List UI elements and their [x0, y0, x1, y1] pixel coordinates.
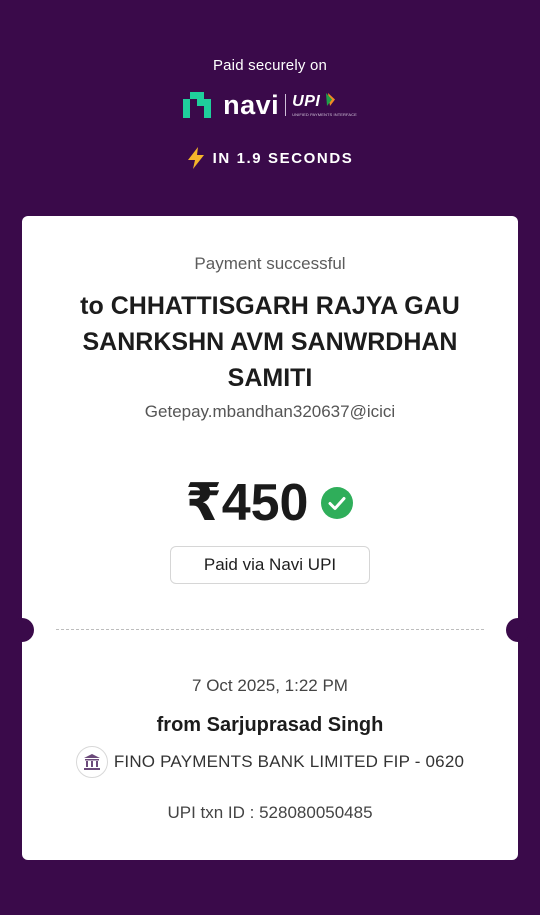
upi-logo: UPI UNIFIED PAYMENTS INTERFACE: [292, 93, 357, 117]
ticket-notch-right: [506, 618, 530, 642]
payee-vpa: Getepay.mbandhan320637@icici: [144, 402, 396, 421]
brand-divider: [285, 94, 287, 116]
amount-row: ₹450: [22, 472, 518, 534]
receipt-card: Payment successful to CHHATTISGARH RAJYA…: [10, 216, 530, 860]
payment-status: Payment successful: [194, 254, 346, 273]
bank-icon: [75, 746, 108, 778]
ticket-notch-left: [10, 618, 34, 642]
secure-text: Paid securely on: [212, 57, 328, 74]
payee-name: to CHHATTISGARH RAJYA GAU SANRKSHN AVM S…: [80, 292, 460, 392]
payment-date: 7 Oct 2025, 1:22 PM: [192, 676, 348, 695]
amount: ₹450: [185, 474, 309, 532]
bolt-icon: [187, 147, 204, 169]
speed-text: IN 1.9 SECONDS: [212, 149, 354, 167]
speed-row: IN 1.9 SECONDS: [0, 146, 540, 170]
upi-subtitle: UNIFIED PAYMENTS INTERFACE: [292, 112, 357, 117]
upi-txn-id: UPI txn ID : 528080050485: [167, 803, 373, 822]
bank-row: FINO PAYMENTS BANK LIMITED FIP - 0620: [22, 746, 518, 778]
paid-via-chip: Paid via Navi UPI: [170, 546, 370, 584]
ticket-divider: [56, 629, 484, 630]
navi-logo-icon: [183, 92, 212, 118]
upi-label: UPI: [292, 93, 321, 110]
brand-row: navi UPI UNIFIED PAYMENTS INTERFACE: [0, 88, 540, 122]
bank-name: FINO PAYMENTS BANK LIMITED FIP - 0620: [113, 752, 465, 771]
check-circle-icon: [321, 487, 354, 519]
upi-arrow-icon: [326, 93, 336, 106]
navi-brand-name: navi: [223, 89, 280, 120]
payment-header: Paid securely on navi UPI UNIFIED PAYMEN…: [0, 0, 540, 215]
payer-name: from Sarjuprasad Singh: [156, 714, 384, 736]
